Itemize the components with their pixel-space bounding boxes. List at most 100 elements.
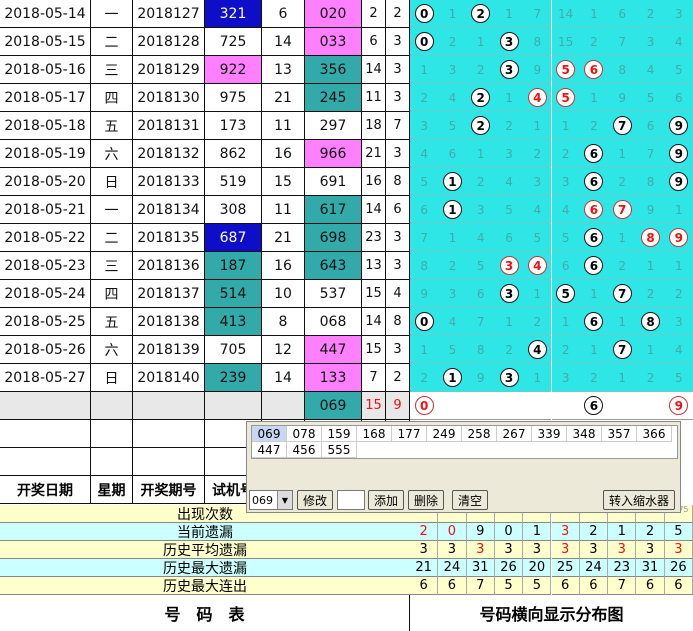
table-cell-date[interactable]: 2018-05-18	[0, 112, 91, 140]
table-cell-test[interactable]: 975	[205, 84, 262, 112]
table-cell-issue[interactable]: 2018132	[133, 140, 205, 168]
table-cell-win[interactable]: 033	[305, 28, 362, 56]
table-cell-k[interactable]: 3	[386, 56, 410, 84]
table-cell-s[interactable]: 14	[362, 308, 386, 336]
table-cell-s[interactable]: 14	[362, 196, 386, 224]
table-cell-k[interactable]: 8	[386, 308, 410, 336]
number-list-item[interactable]: 078	[287, 426, 322, 442]
table-cell-wd[interactable]: 六	[91, 140, 133, 168]
table-cell-n1[interactable]: 16	[262, 252, 305, 280]
table-cell-test[interactable]: 519	[205, 168, 262, 196]
forecast-cell-k[interactable]: 9	[386, 392, 410, 420]
shrink-transfer-button[interactable]: 转入缩水器	[603, 490, 675, 510]
number-list-item[interactable]: 456	[287, 442, 322, 458]
table-cell-date[interactable]: 2018-05-16	[0, 56, 91, 84]
table-cell-test[interactable]: 922	[205, 56, 262, 84]
number-list-item[interactable]: 159	[322, 426, 357, 442]
number-select-dropdown[interactable]: 069 ▼	[249, 490, 293, 510]
table-cell-win[interactable]: 020	[305, 0, 362, 28]
table-cell-test[interactable]: 705	[205, 336, 262, 364]
table-cell-issue[interactable]: 2018127	[133, 0, 205, 28]
table-cell-wd[interactable]: 三	[91, 252, 133, 280]
table-cell-wd[interactable]: 四	[91, 280, 133, 308]
table-cell-date[interactable]: 2018-05-25	[0, 308, 91, 336]
forecast-cell-date[interactable]	[0, 392, 91, 420]
modify-button[interactable]: 修改	[297, 490, 333, 510]
table-cell-win[interactable]: 447	[305, 336, 362, 364]
table-cell-n1[interactable]: 13	[262, 56, 305, 84]
table-cell-s[interactable]: 7	[362, 364, 386, 392]
table-cell-win[interactable]: 643	[305, 252, 362, 280]
table-cell-date[interactable]: 2018-05-20	[0, 168, 91, 196]
table-cell-date[interactable]: 2018-05-14	[0, 0, 91, 28]
table-cell-k[interactable]: 3	[386, 252, 410, 280]
table-cell-k[interactable]: 3	[386, 336, 410, 364]
table-cell-s[interactable]: 11	[362, 84, 386, 112]
forecast-cell-s[interactable]: 15	[362, 392, 386, 420]
table-cell-wd[interactable]: 三	[91, 56, 133, 84]
table-cell-date[interactable]: 2018-05-27	[0, 364, 91, 392]
table-cell-win[interactable]: 068	[305, 308, 362, 336]
table-cell-date[interactable]: 2018-05-23	[0, 252, 91, 280]
table-cell-win[interactable]: 966	[305, 140, 362, 168]
table-cell-s[interactable]: 16	[362, 168, 386, 196]
table-cell-wd[interactable]: 五	[91, 308, 133, 336]
table-cell-issue[interactable]: 2018137	[133, 280, 205, 308]
number-list-item[interactable]: 339	[532, 426, 567, 442]
table-cell-date[interactable]: 2018-05-19	[0, 140, 91, 168]
table-cell-k[interactable]: 2	[386, 0, 410, 28]
table-cell-issue[interactable]: 2018140	[133, 364, 205, 392]
table-cell-date[interactable]: 2018-05-24	[0, 280, 91, 308]
number-list-item[interactable]: 069	[252, 426, 287, 442]
table-cell-issue[interactable]: 2018128	[133, 28, 205, 56]
table-cell-n1[interactable]: 11	[262, 112, 305, 140]
table-cell-test[interactable]: 687	[205, 224, 262, 252]
table-cell-test[interactable]: 187	[205, 252, 262, 280]
table-cell-test[interactable]: 173	[205, 112, 262, 140]
table-cell-n1[interactable]: 21	[262, 84, 305, 112]
table-cell-n1[interactable]: 12	[262, 336, 305, 364]
table-cell-win[interactable]: 297	[305, 112, 362, 140]
table-cell-s[interactable]: 15	[362, 336, 386, 364]
table-cell-k[interactable]: 6	[386, 196, 410, 224]
table-cell-s[interactable]: 23	[362, 224, 386, 252]
number-list-item[interactable]: 258	[462, 426, 497, 442]
table-cell-wd[interactable]: 二	[91, 28, 133, 56]
table-cell-date[interactable]: 2018-05-17	[0, 84, 91, 112]
number-list-item[interactable]: 447	[252, 442, 287, 458]
table-cell-issue[interactable]: 2018139	[133, 336, 205, 364]
table-cell-date[interactable]: 2018-05-15	[0, 28, 91, 56]
table-cell-k[interactable]: 2	[386, 364, 410, 392]
table-cell-s[interactable]: 15	[362, 280, 386, 308]
table-cell-n1[interactable]: 16	[262, 140, 305, 168]
table-cell-wd[interactable]: 日	[91, 168, 133, 196]
table-cell-s[interactable]: 2	[362, 0, 386, 28]
number-list-grid[interactable]: 069 078 159 168 177 249 258 267 339 348 357 366 447 4…	[251, 425, 678, 459]
table-cell-n1[interactable]: 14	[262, 28, 305, 56]
table-cell-win[interactable]: 617	[305, 196, 362, 224]
table-cell-date[interactable]: 2018-05-21	[0, 196, 91, 224]
table-cell-issue[interactable]: 2018131	[133, 112, 205, 140]
table-cell-test[interactable]: 308	[205, 196, 262, 224]
number-list-item[interactable]: 357	[602, 426, 637, 442]
number-list-item[interactable]: 249	[427, 426, 462, 442]
table-cell-wd[interactable]: 四	[91, 84, 133, 112]
table-cell-issue[interactable]: 2018133	[133, 168, 205, 196]
table-cell-win[interactable]: 245	[305, 84, 362, 112]
add-button[interactable]: 添加	[368, 490, 404, 510]
table-cell-issue[interactable]: 2018130	[133, 84, 205, 112]
table-cell-k[interactable]: 7	[386, 112, 410, 140]
table-cell-win[interactable]: 133	[305, 364, 362, 392]
number-list-item[interactable]: 177	[392, 426, 427, 442]
table-cell-date[interactable]: 2018-05-22	[0, 224, 91, 252]
table-cell-issue[interactable]: 2018134	[133, 196, 205, 224]
table-cell-n1[interactable]: 8	[262, 308, 305, 336]
number-list-item[interactable]: 267	[497, 426, 532, 442]
table-cell-s[interactable]: 13	[362, 252, 386, 280]
table-cell-test[interactable]: 862	[205, 140, 262, 168]
chevron-down-icon[interactable]: ▼	[277, 491, 292, 509]
forecast-cell-wd[interactable]	[91, 392, 133, 420]
table-cell-win[interactable]: 537	[305, 280, 362, 308]
table-cell-test[interactable]: 239	[205, 364, 262, 392]
table-cell-issue[interactable]: 2018136	[133, 252, 205, 280]
